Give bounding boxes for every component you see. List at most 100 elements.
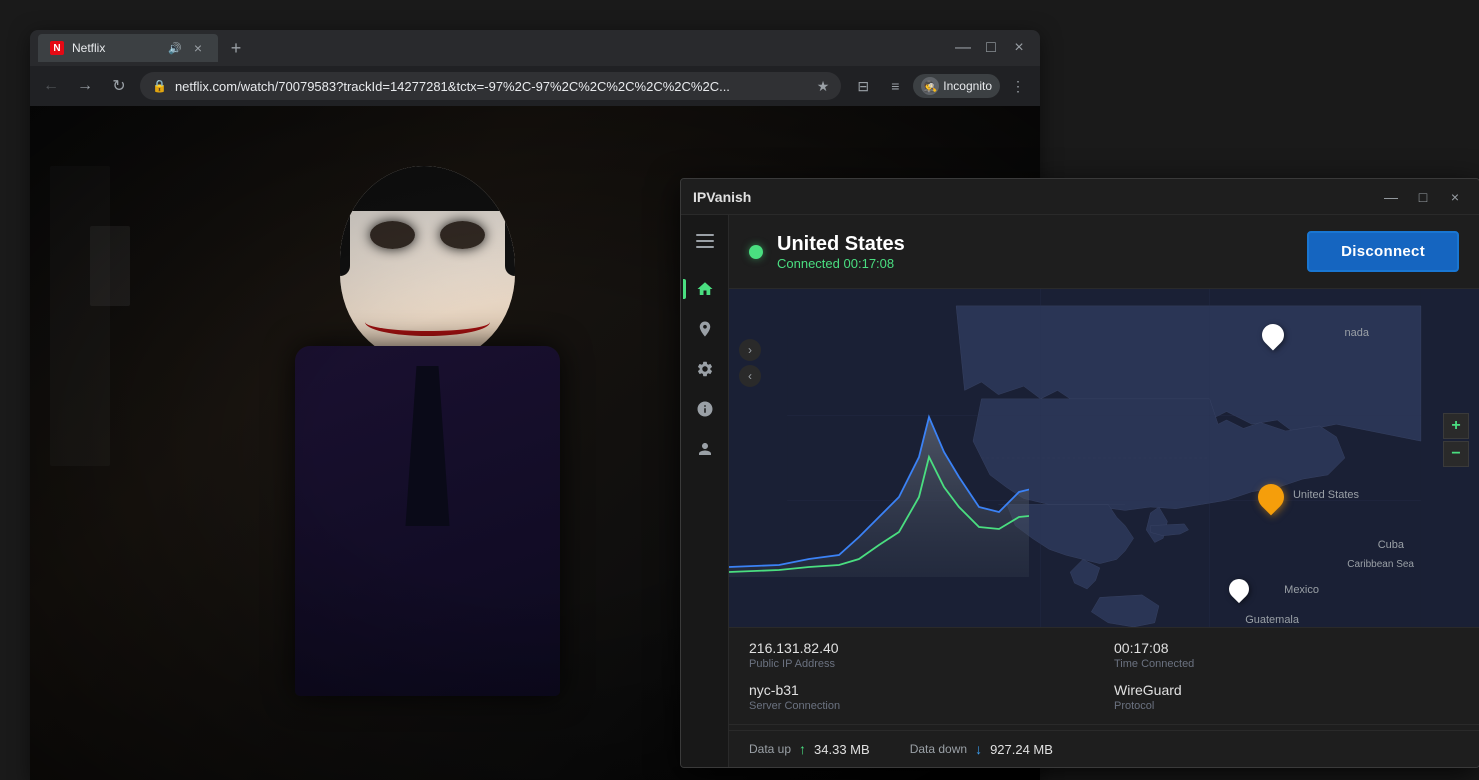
- map-label-usa: United States: [1293, 489, 1359, 501]
- protocol-value: WireGuard: [1114, 682, 1459, 698]
- sidebar-item-settings[interactable]: [687, 351, 723, 387]
- info-icon: [696, 400, 714, 418]
- data-down-value: 927.24 MB: [990, 742, 1053, 757]
- address-text: netflix.com/watch/70079583?trackId=14277…: [175, 79, 809, 94]
- browser-actions: ⊟ ≡ 🕵 Incognito ⋮: [849, 72, 1032, 100]
- browser-forward-button[interactable]: →: [72, 73, 98, 99]
- ipvanish-minimize-button[interactable]: —: [1379, 185, 1403, 209]
- time-connected-row: 00:17:08 Time Connected: [1114, 640, 1459, 670]
- browser-maximize-button[interactable]: □: [978, 35, 1004, 61]
- hamburger-line-1: [696, 234, 714, 236]
- pin-head-canada: [1257, 319, 1288, 350]
- browser-tabs: N Netflix 🔊 × +: [38, 34, 950, 62]
- protocol-row: WireGuard Protocol: [1114, 682, 1459, 712]
- pin-head-usa: [1253, 479, 1290, 516]
- browser-tab-netflix[interactable]: N Netflix 🔊 ×: [38, 34, 218, 62]
- protocol-label: Protocol: [1114, 700, 1459, 712]
- map-nav-up[interactable]: ›: [739, 339, 761, 361]
- browser-more-button[interactable]: ⋮: [1004, 72, 1032, 100]
- data-up-label: Data up: [749, 742, 791, 756]
- ipvanish-close-button[interactable]: ×: [1443, 185, 1467, 209]
- tab-close-button[interactable]: ×: [190, 40, 206, 56]
- map-label-guatemala: Guatemala: [1245, 614, 1299, 626]
- ipvanish-sidebar: [681, 215, 729, 767]
- map-label-canada: nada: [1345, 327, 1369, 339]
- map-nav-arrows: › ‹: [739, 339, 761, 387]
- map-zoom-in-button[interactable]: +: [1443, 413, 1469, 439]
- extensions-button[interactable]: ⊟: [849, 72, 877, 100]
- map-label-mexico: Mexico: [1284, 584, 1319, 596]
- map-pin-mexico: [1229, 579, 1249, 599]
- sidebar-item-location[interactable]: [687, 311, 723, 347]
- map-zoom-out-button[interactable]: −: [1443, 441, 1469, 467]
- browser-refresh-button[interactable]: ↻: [106, 73, 132, 99]
- map-pin-usa: [1258, 484, 1284, 510]
- settings-icon: [696, 360, 714, 378]
- pin-head-mexico: [1225, 575, 1253, 603]
- connection-info: United States Connected 00:17:08: [749, 233, 905, 271]
- arrow-up-icon: ↑: [799, 741, 806, 757]
- sidebar-menu-button[interactable]: [687, 223, 723, 259]
- map-label-caribbean: Caribbean Sea: [1347, 559, 1414, 570]
- sidebar-item-account[interactable]: [687, 431, 723, 467]
- stats-bar: Data up ↑ 34.33 MB Data down ↓ 927.24 MB: [729, 730, 1479, 767]
- address-bar[interactable]: 🔒 netflix.com/watch/70079583?trackId=142…: [140, 72, 841, 100]
- map-container: › ‹: [729, 289, 1479, 627]
- data-up-value: 34.33 MB: [814, 742, 870, 757]
- ipvanish-body: United States Connected 00:17:08 Disconn…: [681, 215, 1479, 767]
- browser-close-button[interactable]: ×: [1006, 35, 1032, 61]
- ip-address-label: Public IP Address: [749, 658, 1094, 670]
- ipvanish-app-title: IPVanish: [693, 189, 1379, 205]
- connection-details: United States Connected 00:17:08: [777, 233, 905, 271]
- browser-titlebar: N Netflix 🔊 × + — □ ×: [30, 30, 1040, 66]
- ip-address-value: 216.131.82.40: [749, 640, 1094, 656]
- sidebar-item-info[interactable]: [687, 391, 723, 427]
- browser-minimize-button[interactable]: —: [950, 35, 976, 61]
- map-pin-canada: [1262, 324, 1284, 346]
- incognito-label: Incognito: [943, 79, 992, 93]
- disconnect-button[interactable]: Disconnect: [1307, 231, 1459, 272]
- time-connected-value: 00:17:08: [1114, 640, 1459, 656]
- hamburger-line-3: [696, 246, 714, 248]
- time-connected-label: Time Connected: [1114, 658, 1459, 670]
- sidebar-item-home[interactable]: [687, 271, 723, 307]
- map-label-cuba: Cuba: [1378, 539, 1404, 551]
- lock-icon: 🔒: [152, 79, 167, 93]
- tab-title: Netflix: [72, 41, 160, 55]
- browser-addressbar: ← → ↻ 🔒 netflix.com/watch/70079583?track…: [30, 66, 1040, 106]
- data-down-stat: Data down ↓ 927.24 MB: [910, 741, 1053, 757]
- map-nav-down[interactable]: ‹: [739, 365, 761, 387]
- arrow-down-icon: ↓: [975, 741, 982, 757]
- hamburger-line-2: [696, 240, 714, 242]
- tab-audio-icon: 🔊: [168, 42, 182, 55]
- incognito-icon: 🕵: [921, 77, 939, 95]
- ipvanish-titlebar: IPVanish — □ ×: [681, 179, 1479, 215]
- ipvanish-window-controls: — □ ×: [1379, 185, 1467, 209]
- location-icon: [696, 320, 714, 338]
- new-tab-button[interactable]: +: [222, 34, 250, 62]
- connection-country: United States: [777, 233, 905, 256]
- ipvanish-maximize-button[interactable]: □: [1411, 185, 1435, 209]
- server-row: nyc-b31 Server Connection: [749, 682, 1094, 712]
- bandwidth-chart: [729, 397, 1029, 577]
- browser-window-controls: — □ ×: [950, 35, 1032, 61]
- netflix-favicon: N: [50, 41, 64, 55]
- account-icon: [696, 440, 714, 458]
- server-value: nyc-b31: [749, 682, 1094, 698]
- connection-status-text: Connected 00:17:08: [777, 256, 905, 271]
- ipvanish-window: IPVanish — □ ×: [680, 178, 1479, 768]
- info-panel: 216.131.82.40 Public IP Address 00:17:08…: [729, 627, 1479, 724]
- ip-address-row: 216.131.82.40 Public IP Address: [749, 640, 1094, 670]
- data-up-stat: Data up ↑ 34.33 MB: [749, 741, 870, 757]
- ipvanish-main: United States Connected 00:17:08 Disconn…: [729, 215, 1479, 767]
- ipvanish-header: United States Connected 00:17:08 Disconn…: [729, 215, 1479, 289]
- browser-back-button[interactable]: ←: [38, 73, 64, 99]
- home-icon: [696, 280, 714, 298]
- incognito-badge[interactable]: 🕵 Incognito: [913, 74, 1000, 98]
- server-label: Server Connection: [749, 700, 1094, 712]
- tab-search-button[interactable]: ≡: [881, 72, 909, 100]
- map-zoom-controls: + −: [1443, 413, 1469, 467]
- bookmark-icon[interactable]: ★: [817, 78, 830, 95]
- data-down-label: Data down: [910, 742, 967, 756]
- connection-status-dot: [749, 245, 763, 259]
